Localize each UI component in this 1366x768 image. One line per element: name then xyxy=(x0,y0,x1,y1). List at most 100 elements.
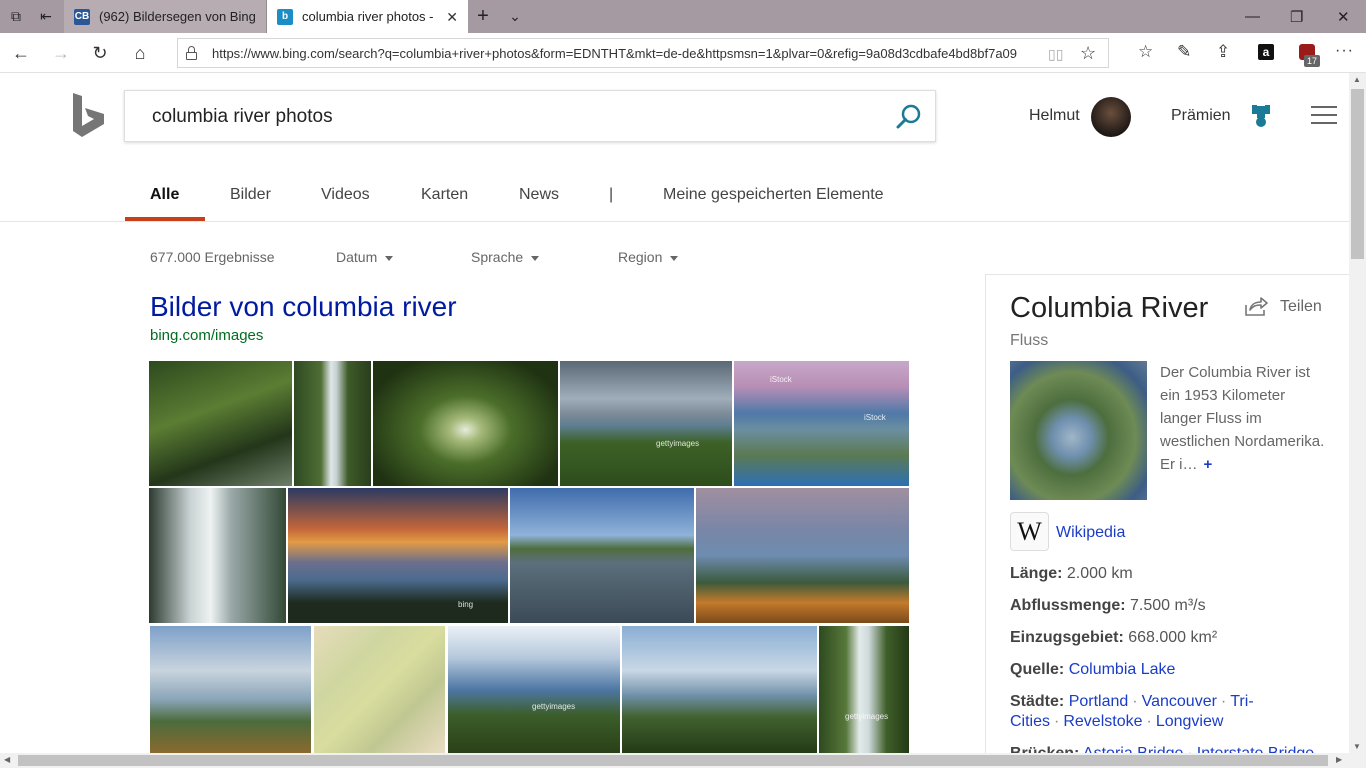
refresh-icon[interactable]: ↻ xyxy=(89,42,111,64)
restore-icon[interactable]: ❐ xyxy=(1290,8,1303,26)
image-thumbnail[interactable]: gettyimages xyxy=(819,626,909,753)
image-thumbnail[interactable] xyxy=(314,626,445,753)
region-filter-label: Region xyxy=(618,249,663,265)
set-tabs-aside-icon[interactable]: ⇤ xyxy=(38,8,54,24)
language-filter-label: Sprache xyxy=(471,249,524,265)
search-input[interactable]: columbia river photos xyxy=(152,106,333,128)
bing-favicon-icon: b xyxy=(277,8,293,25)
share-button[interactable]: Teilen xyxy=(1244,297,1322,317)
rewards-link[interactable]: Prämien xyxy=(1171,107,1231,125)
search-box[interactable]: columbia river photos xyxy=(124,90,936,142)
more-options-icon[interactable]: ··· xyxy=(1335,42,1354,60)
watermark: gettyimages xyxy=(532,702,576,711)
tab-saved-items[interactable]: Meine gespeicherten Elemente xyxy=(663,186,884,204)
fact-source: Quelle: Columbia Lake xyxy=(1010,660,1340,680)
city-link[interactable]: Revelstoke xyxy=(1063,713,1142,730)
close-tab-icon[interactable]: ✕ xyxy=(446,9,458,26)
image-thumbnail[interactable] xyxy=(696,488,909,623)
favorite-star-icon[interactable]: ☆ xyxy=(1080,43,1096,64)
tab-bildersegen[interactable]: CB (962) Bildersegen von Bing xyxy=(64,0,267,33)
rewards-trophy-icon[interactable] xyxy=(1251,104,1271,128)
tab-title: columbia river photos - xyxy=(302,9,434,24)
region-filter[interactable]: Region xyxy=(618,249,679,265)
fact-value: 7.500 m³/s xyxy=(1130,597,1206,614)
images-block-source[interactable]: bing.com/images xyxy=(150,327,263,344)
fact-label: Länge: xyxy=(1010,565,1063,582)
scope-bar: Alle Bilder Videos Karten News | Meine g… xyxy=(0,172,1349,222)
image-thumbnail[interactable] xyxy=(294,361,371,486)
entity-image[interactable] xyxy=(1010,361,1147,500)
image-thumbnail[interactable] xyxy=(510,488,694,623)
bing-logo-icon[interactable] xyxy=(70,92,106,138)
close-window-icon[interactable]: ✕ xyxy=(1337,8,1350,26)
date-filter-label: Datum xyxy=(336,249,378,265)
horizontal-scrollbar[interactable]: ◀ ▶ xyxy=(0,753,1366,768)
extension-badge: 17 xyxy=(1304,55,1320,67)
image-thumbnail[interactable]: bing xyxy=(288,488,508,623)
tab-preview-icon[interactable]: ⧉ xyxy=(8,8,24,24)
scroll-right-icon[interactable]: ▶ xyxy=(1336,755,1342,764)
minimize-icon[interactable]: — xyxy=(1245,8,1260,25)
forward-icon[interactable]: → xyxy=(50,42,72,64)
hamburger-menu-icon[interactable] xyxy=(1311,106,1337,126)
images-block-title[interactable]: Bilder von columbia river xyxy=(150,291,457,323)
favorites-icon[interactable]: ☆ xyxy=(1138,42,1153,62)
tab-list-chevron-icon[interactable]: ⌄ xyxy=(507,8,523,24)
address-bar[interactable]: https://www.bing.com/search?q=columbia+r… xyxy=(177,38,1109,68)
share-icon xyxy=(1245,297,1268,316)
wikipedia-icon[interactable]: W xyxy=(1010,512,1049,551)
url-text[interactable]: https://www.bing.com/search?q=columbia+r… xyxy=(212,46,1040,61)
image-thumbnail[interactable] xyxy=(373,361,558,486)
wikipedia-link[interactable]: Wikipedia xyxy=(1056,524,1125,542)
avatar[interactable] xyxy=(1091,97,1131,137)
language-filter[interactable]: Sprache xyxy=(471,249,540,265)
scrollbar-thumb[interactable] xyxy=(1351,89,1364,259)
watermark: iStock xyxy=(770,375,792,384)
home-icon[interactable]: ⌂ xyxy=(129,42,151,64)
cb-favicon-icon: CB xyxy=(74,8,90,25)
tab-videos[interactable]: Videos xyxy=(321,186,370,204)
city-link[interactable]: Longview xyxy=(1156,713,1224,730)
city-link[interactable]: Vancouver xyxy=(1142,693,1217,710)
tab-all[interactable]: Alle xyxy=(150,186,179,204)
tab-maps[interactable]: Karten xyxy=(421,186,468,204)
entity-description: Der Columbia River ist ein 1953 Kilomete… xyxy=(1160,361,1330,476)
entity-title[interactable]: Columbia River xyxy=(1010,292,1208,325)
notes-pen-icon[interactable]: ✎ xyxy=(1177,42,1191,62)
scrollbar-thumb[interactable] xyxy=(18,755,1328,766)
user-name[interactable]: Helmut xyxy=(1029,107,1080,125)
new-tab-icon[interactable]: + xyxy=(475,6,491,26)
date-filter[interactable]: Datum xyxy=(336,249,394,265)
tab-title: (962) Bildersegen von Bing xyxy=(99,9,256,24)
active-tab-underline xyxy=(125,217,205,221)
fact-link[interactable]: Columbia Lake xyxy=(1069,661,1176,678)
back-icon[interactable]: ← xyxy=(10,42,32,64)
image-thumbnail[interactable] xyxy=(149,488,286,623)
city-link[interactable]: Portland xyxy=(1069,693,1129,710)
browser-titlebar: ⧉ ⇤ CB (962) Bildersegen von Bing b colu… xyxy=(0,0,1366,33)
share-page-icon[interactable]: ⇪ xyxy=(1216,42,1230,62)
result-count: 677.000 Ergebnisse xyxy=(150,249,275,265)
tab-news[interactable]: News xyxy=(519,186,559,204)
reading-view-icon[interactable]: ▯▯ xyxy=(1048,46,1063,63)
image-thumbnail[interactable]: gettyimages xyxy=(560,361,732,486)
tab-images[interactable]: Bilder xyxy=(230,186,271,204)
tab-columbia-river[interactable]: b columbia river photos - ✕ xyxy=(267,0,468,33)
scroll-down-icon[interactable]: ▼ xyxy=(1353,742,1361,751)
amazon-extension-icon[interactable]: a xyxy=(1258,44,1274,60)
image-thumbnail[interactable] xyxy=(622,626,817,753)
knowledge-panel: Columbia River Teilen Fluss Der Columbia… xyxy=(985,274,1349,762)
fact-length: Länge: 2.000 km xyxy=(1010,564,1340,584)
image-thumbnail[interactable]: iStock iStock xyxy=(734,361,909,486)
expand-description-button[interactable]: + xyxy=(1204,456,1213,473)
fact-value: 668.000 km² xyxy=(1128,629,1218,646)
scroll-up-icon[interactable]: ▲ xyxy=(1353,75,1361,84)
watermark: gettyimages xyxy=(656,439,700,448)
image-thumbnail[interactable] xyxy=(150,626,311,753)
image-thumbnail[interactable]: gettyimages xyxy=(448,626,620,753)
vertical-scrollbar[interactable]: ▲ ▼ xyxy=(1349,73,1366,753)
scope-divider: | xyxy=(609,186,614,203)
search-icon[interactable] xyxy=(895,103,923,131)
scroll-left-icon[interactable]: ◀ xyxy=(4,755,10,764)
image-thumbnail[interactable] xyxy=(149,361,292,486)
